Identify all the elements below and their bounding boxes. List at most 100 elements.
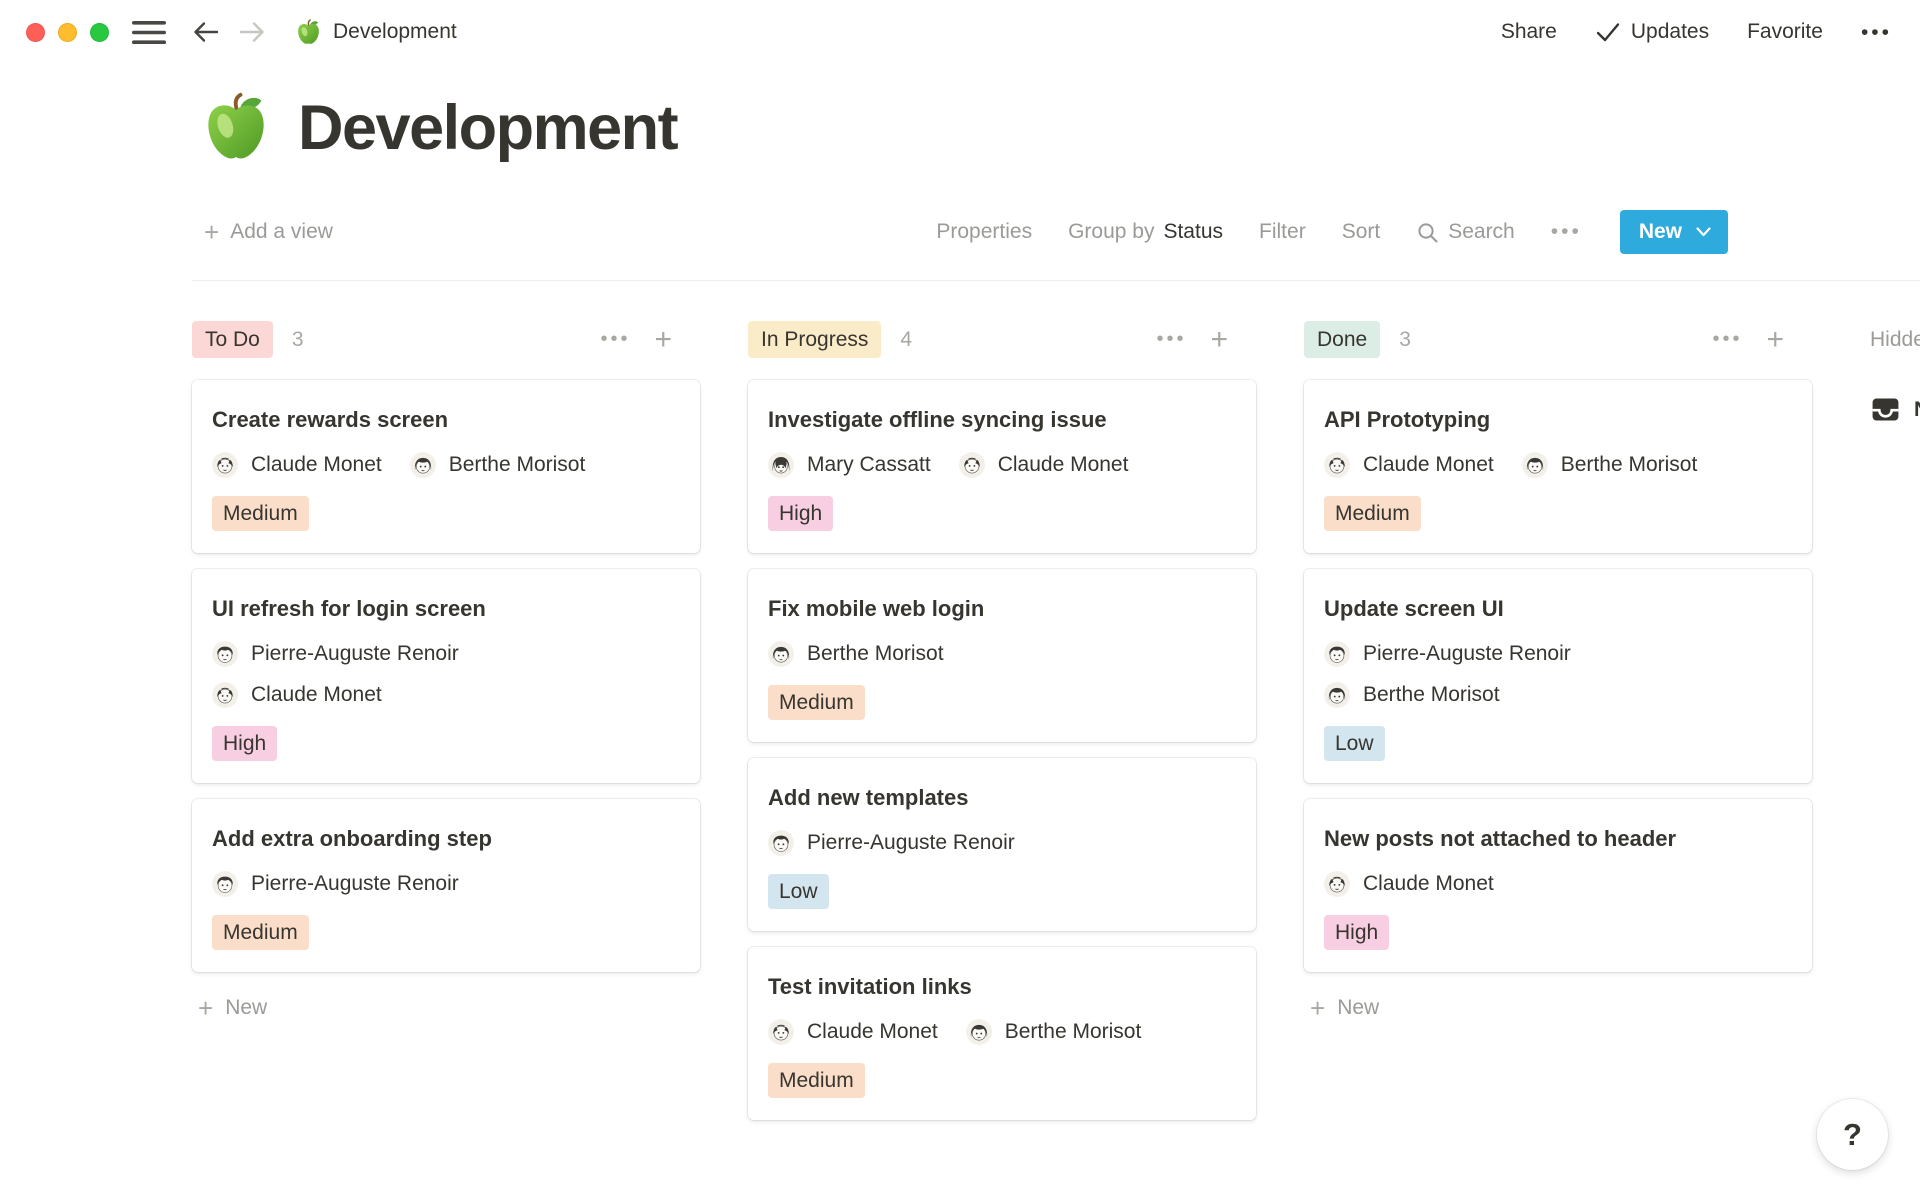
card-title: Add new templates — [768, 782, 1236, 814]
assignee: Berthe Morisot — [1522, 452, 1698, 478]
card[interactable]: New posts not attached to header Claude … — [1304, 799, 1812, 972]
column-add-icon[interactable]: + — [1210, 328, 1228, 352]
assignee: Claude Monet — [1324, 871, 1494, 897]
assignee-name: Pierre-Auguste Renoir — [807, 831, 1015, 855]
mary-cassatt-avatar — [768, 452, 794, 478]
card[interactable]: Investigate offline syncing issue Mary C… — [748, 380, 1256, 553]
assignee: Berthe Morisot — [1324, 682, 1792, 708]
add-card-button[interactable]: + New — [192, 996, 267, 1020]
help-button[interactable]: ? — [1817, 1099, 1888, 1170]
kanban-board: To Do 3 ••• + Create rewards screen Clau… — [192, 321, 1920, 1120]
claude-monet-avatar — [768, 1019, 794, 1045]
pierre-auguste-renoir-avatar — [212, 871, 238, 897]
card-title: Add extra onboarding step — [212, 823, 680, 855]
plus-icon: + — [204, 222, 219, 242]
assignee-name: Claude Monet — [807, 1020, 938, 1044]
card[interactable]: Add extra onboarding step Pierre-Auguste… — [192, 799, 700, 972]
priority-badge: Low — [768, 874, 829, 909]
column-more-icon[interactable]: ••• — [600, 328, 630, 351]
priority-badge: Medium — [1324, 496, 1421, 531]
board-column-todo: To Do 3 ••• + Create rewards screen Clau… — [192, 321, 700, 1020]
more-options-icon[interactable]: ••• — [1861, 22, 1892, 43]
assignee-name: Pierre-Auguste Renoir — [1363, 642, 1571, 666]
toolbar-more-icon[interactable]: ••• — [1551, 220, 1582, 244]
card[interactable]: Test invitation links Claude Monet Berth… — [748, 947, 1256, 1120]
priority-badge: Medium — [212, 915, 309, 950]
group-by-button[interactable]: Group by Status — [1068, 220, 1223, 244]
new-button[interactable]: New — [1620, 210, 1728, 254]
claude-monet-avatar — [959, 452, 985, 478]
sort-button[interactable]: Sort — [1342, 220, 1381, 244]
assignee: Claude Monet — [212, 452, 382, 478]
card-title: API Prototyping — [1324, 404, 1792, 436]
column-more-icon[interactable]: ••• — [1156, 328, 1186, 351]
page-icon-green-apple-emoji[interactable] — [200, 92, 272, 164]
hidden-column-no-status[interactable]: N — [1870, 394, 1920, 425]
assignee: Pierre-Auguste Renoir — [212, 871, 459, 897]
assignee-name: Claude Monet — [251, 453, 382, 477]
window-controls — [26, 23, 109, 42]
card[interactable]: Add new templates Pierre-Auguste Renoir … — [748, 758, 1256, 931]
close-window-button[interactable] — [26, 23, 45, 42]
assignee-name: Claude Monet — [1363, 453, 1494, 477]
updates-button[interactable]: Updates — [1595, 20, 1709, 44]
minimize-window-button[interactable] — [58, 23, 77, 42]
window-titlebar: Development Share Updates Favorite ••• — [0, 0, 1920, 64]
assignee-name: Berthe Morisot — [807, 642, 944, 666]
column-add-icon[interactable]: + — [654, 328, 672, 352]
priority-badge: Medium — [768, 1063, 865, 1098]
priority-badge: High — [212, 726, 277, 761]
pierre-auguste-renoir-avatar — [212, 641, 238, 667]
column-more-icon[interactable]: ••• — [1712, 328, 1742, 351]
assignee-name: Berthe Morisot — [1363, 683, 1500, 707]
claude-monet-avatar — [212, 452, 238, 478]
breadcrumb-page-name: Development — [333, 20, 457, 44]
card[interactable]: Fix mobile web login Berthe Morisot Medi… — [748, 569, 1256, 742]
sidebar-toggle-icon[interactable] — [131, 19, 167, 46]
view-toolbar: + Add a view Properties Group by Status … — [192, 210, 1728, 254]
card-title: New posts not attached to header — [1324, 823, 1792, 855]
share-button[interactable]: Share — [1501, 20, 1557, 44]
berthe-morisot-avatar — [768, 641, 794, 667]
plus-icon: + — [1310, 998, 1325, 1018]
board-column-done: Done 3 ••• + API Prototyping Claude Mone… — [1304, 321, 1812, 1020]
back-arrow-icon[interactable] — [191, 18, 221, 46]
column-add-icon[interactable]: + — [1766, 328, 1784, 352]
card-title: Create rewards screen — [212, 404, 680, 436]
filter-button[interactable]: Filter — [1259, 220, 1306, 244]
column-status-badge: Done — [1304, 321, 1380, 358]
assignee: Berthe Morisot — [768, 641, 944, 667]
card[interactable]: API Prototyping Claude Monet Berthe Mori… — [1304, 380, 1812, 553]
column-card-count: 4 — [900, 328, 912, 352]
assignee-name: Mary Cassatt — [807, 453, 931, 477]
add-view-button[interactable]: + Add a view — [204, 220, 333, 244]
forward-arrow-icon[interactable] — [237, 18, 267, 46]
priority-badge: High — [1324, 915, 1389, 950]
assignee-name: Berthe Morisot — [1005, 1020, 1142, 1044]
properties-button[interactable]: Properties — [936, 220, 1032, 244]
card[interactable]: Create rewards screen Claude Monet Berth… — [192, 380, 700, 553]
card[interactable]: UI refresh for login screen Pierre-Augus… — [192, 569, 700, 783]
zoom-window-button[interactable] — [90, 23, 109, 42]
checkmark-icon — [1595, 21, 1621, 43]
assignee: Claude Monet — [212, 682, 680, 708]
hidden-columns-toggle[interactable]: Hidden — [1870, 321, 1920, 358]
assignee: Claude Monet — [959, 452, 1129, 478]
card[interactable]: Update screen UI Pierre-Auguste Renoir B… — [1304, 569, 1812, 783]
add-card-button[interactable]: + New — [1304, 996, 1379, 1020]
berthe-morisot-avatar — [1324, 682, 1350, 708]
assignee-name: Claude Monet — [251, 683, 382, 707]
page-title[interactable]: Development — [298, 92, 677, 164]
column-card-count: 3 — [1399, 328, 1411, 352]
assignee-name: Berthe Morisot — [449, 453, 586, 477]
board-column-in-progress: In Progress 4 ••• + Investigate offline … — [748, 321, 1256, 1120]
claude-monet-avatar — [1324, 871, 1350, 897]
assignee: Claude Monet — [1324, 452, 1494, 478]
berthe-morisot-avatar — [1522, 452, 1548, 478]
favorite-button[interactable]: Favorite — [1747, 20, 1823, 44]
breadcrumb[interactable]: Development — [295, 19, 457, 46]
assignee-name: Claude Monet — [1363, 872, 1494, 896]
search-button[interactable]: Search — [1416, 220, 1515, 244]
assignee: Berthe Morisot — [410, 452, 586, 478]
group-by-value: Status — [1163, 220, 1223, 244]
